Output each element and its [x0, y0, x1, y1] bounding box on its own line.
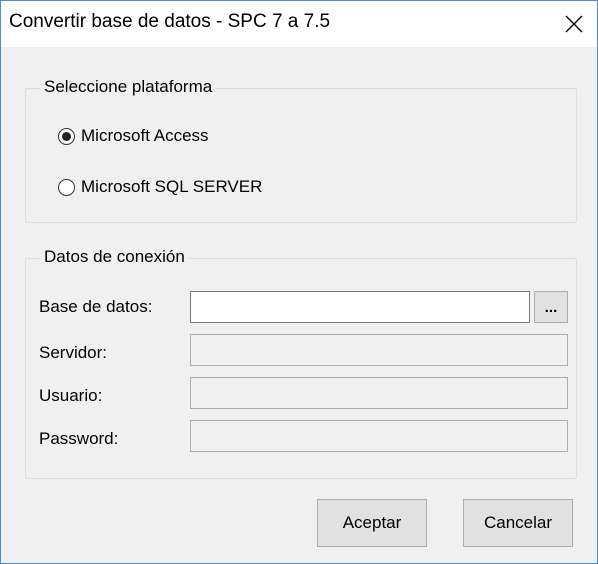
password-label: Password:	[39, 429, 119, 448]
close-button[interactable]	[551, 1, 597, 47]
title-bar: Convertir base de datos - SPC 7 a 7.5	[1, 1, 597, 47]
radio-button-checked[interactable]	[58, 127, 75, 145]
connection-group-legend: Datos de conexión	[40, 247, 189, 267]
password-input[interactable]	[190, 420, 568, 452]
close-icon	[565, 15, 583, 33]
radio-microsoft-sql-server[interactable]: Microsoft SQL SERVER	[58, 177, 262, 197]
radio-label-sql-server: Microsoft SQL SERVER	[81, 177, 263, 196]
dialog-window: Convertir base de datos - SPC 7 a 7.5 Se…	[0, 0, 598, 564]
radio-label-access: Microsoft Access	[81, 126, 209, 145]
user-input[interactable]	[190, 377, 568, 409]
accept-button[interactable]: Aceptar	[317, 499, 427, 547]
window-title: Convertir base de datos - SPC 7 a 7.5	[9, 11, 331, 32]
server-label: Servidor:	[39, 343, 108, 362]
database-label: Base de datos:	[39, 297, 153, 316]
database-input[interactable]	[190, 291, 530, 323]
radio-button-unchecked[interactable]	[58, 178, 75, 196]
radio-microsoft-access[interactable]: Microsoft Access	[58, 126, 209, 146]
server-input[interactable]	[190, 334, 568, 366]
cancel-button[interactable]: Cancelar	[463, 499, 573, 547]
platform-group-legend: Seleccione plataforma	[40, 77, 217, 97]
user-label: Usuario:	[39, 386, 103, 405]
browse-button[interactable]: ...	[534, 291, 568, 323]
platform-groupbox: Seleccione plataforma Microsoft Access M…	[25, 77, 577, 223]
